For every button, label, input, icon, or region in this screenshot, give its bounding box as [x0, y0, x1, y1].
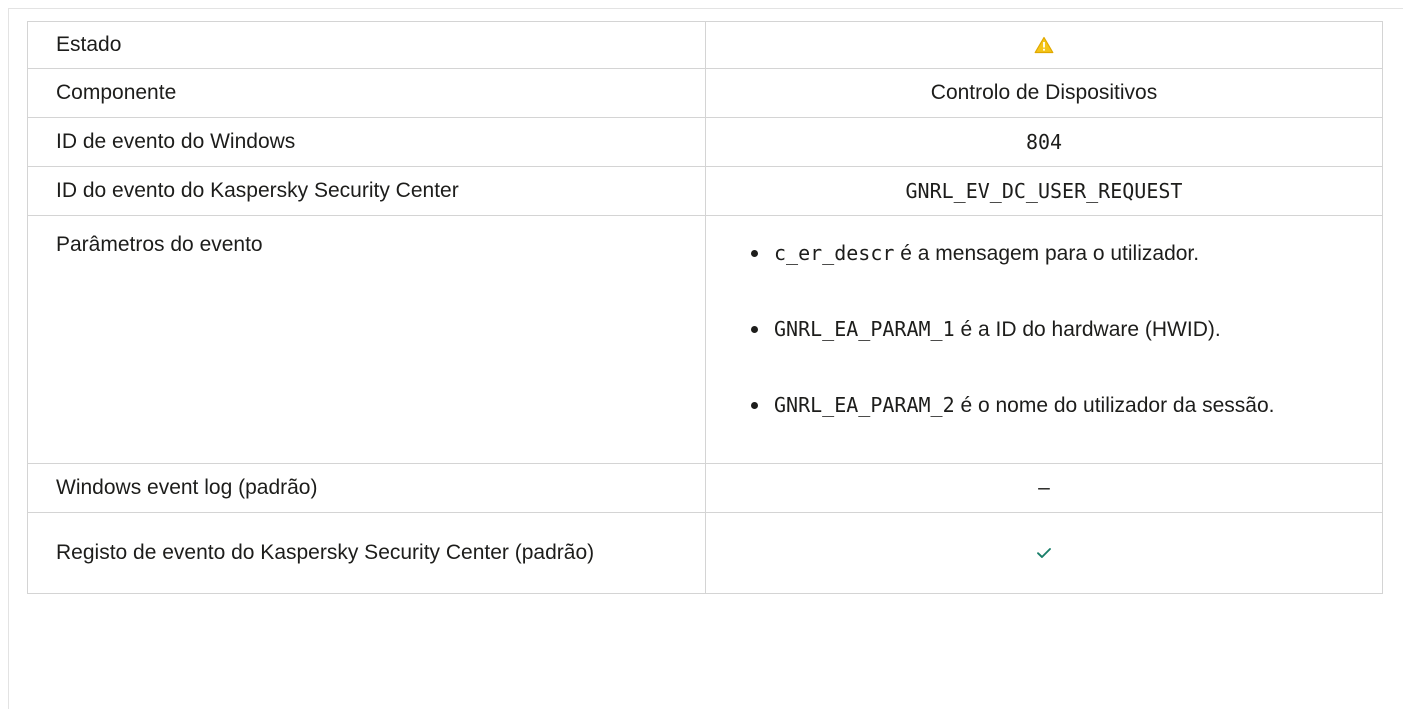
windows-event-id-label: ID de evento do Windows [27, 117, 706, 167]
param-description: é a ID do hardware (HWID). [954, 318, 1221, 341]
table-row-ksc-event-log: Registo de evento do Kaspersky Security … [27, 512, 1383, 594]
param-code: GNRL_EA_PARAM_1 [774, 317, 955, 341]
table-row-status: Estado [27, 21, 1383, 69]
table-row-windows-event-log: Windows event log (padrão) – [27, 463, 1383, 513]
list-item: GNRL_EA_PARAM_1 é a ID do hardware (HWID… [746, 314, 1354, 345]
event-parameters-value: c_er_descr é a mensagem para o utilizado… [705, 215, 1383, 464]
table-row-component: Componente Controlo de Dispositivos [27, 68, 1383, 118]
event-details-table: Estado Componente Controlo de Dispositiv… [27, 21, 1383, 594]
windows-event-log-label: Windows event log (padrão) [27, 463, 706, 513]
ksc-event-log-label: Registo de evento do Kaspersky Security … [27, 512, 706, 594]
ksc-event-id-value: GNRL_EV_DC_USER_REQUEST [705, 166, 1383, 216]
event-parameters-list: c_er_descr é a mensagem para o utilizado… [746, 238, 1354, 421]
status-value [705, 21, 1383, 69]
table-row-event-parameters: Parâmetros do evento c_er_descr é a mens… [27, 215, 1383, 464]
status-label: Estado [27, 21, 706, 69]
warning-icon [1034, 33, 1054, 63]
component-value: Controlo de Dispositivos [705, 68, 1383, 118]
param-description: é a mensagem para o utilizador. [894, 242, 1200, 265]
checkmark-icon [1036, 538, 1052, 568]
ksc-event-id-label: ID do evento do Kaspersky Security Cente… [27, 166, 706, 216]
event-parameters-label: Parâmetros do evento [27, 215, 706, 464]
table-row-ksc-event-id: ID do evento do Kaspersky Security Cente… [27, 166, 1383, 216]
component-label: Componente [27, 68, 706, 118]
param-description: é o nome do utilizador da sessão. [954, 394, 1275, 417]
windows-event-id-value: 804 [705, 117, 1383, 167]
table-row-windows-event-id: ID de evento do Windows 804 [27, 117, 1383, 167]
windows-event-log-value: – [705, 463, 1383, 513]
param-code: GNRL_EA_PARAM_2 [774, 393, 955, 417]
list-item: GNRL_EA_PARAM_2 é o nome do utilizador d… [746, 390, 1354, 421]
param-code: c_er_descr [774, 241, 895, 265]
list-item: c_er_descr é a mensagem para o utilizado… [746, 238, 1354, 269]
ksc-event-log-value [705, 512, 1383, 594]
